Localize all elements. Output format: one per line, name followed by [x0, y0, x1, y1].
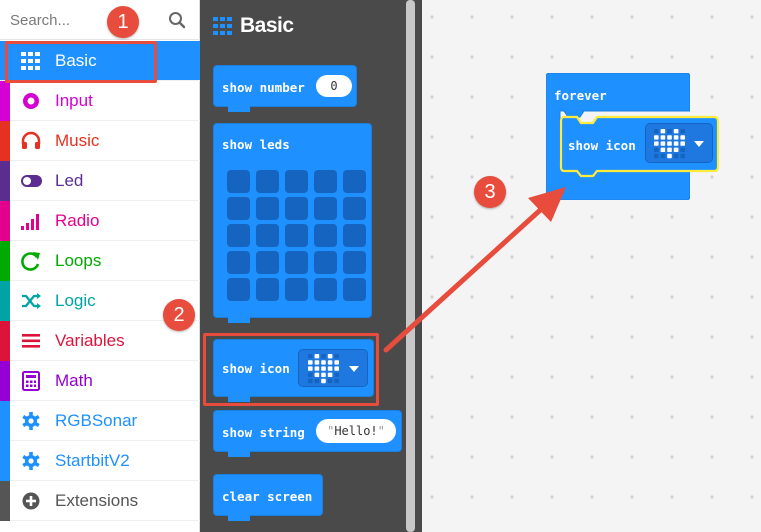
step-badge-3: 3 — [474, 176, 506, 208]
drag-arrow — [383, 187, 566, 353]
